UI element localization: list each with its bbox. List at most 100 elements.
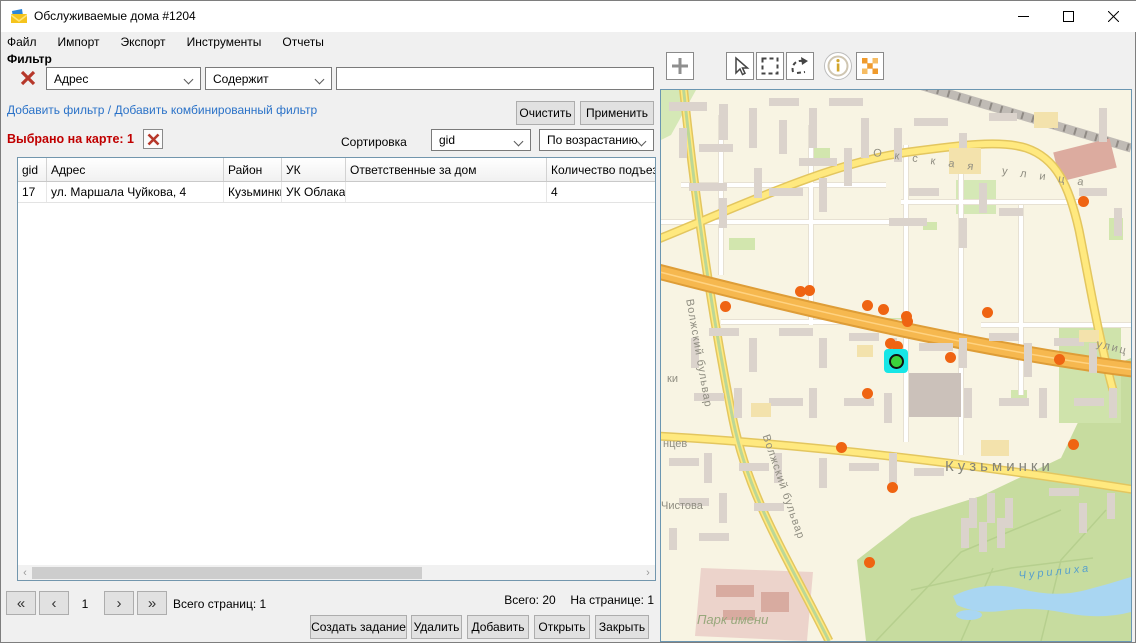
column-header-address[interactable]: Адрес	[47, 158, 224, 181]
lasso-select-icon	[789, 55, 811, 77]
prev-page-button[interactable]: ‹	[39, 591, 69, 615]
scroll-left-icon[interactable]: ‹	[18, 565, 32, 580]
next-page-button[interactable]: ›	[104, 591, 134, 615]
map-canvas[interactable]: Окская улицаулицВолжский бульварВолжский…	[661, 90, 1131, 641]
cell-gid: 17	[18, 182, 47, 202]
rect-select-icon	[759, 55, 781, 77]
maximize-icon	[1063, 11, 1074, 22]
close-window-button[interactable]: Закрыть	[595, 615, 649, 639]
status-bar: Всего: 20 На странице: 1	[351, 593, 654, 607]
delete-button[interactable]: Удалить	[411, 615, 462, 639]
sort-field-select[interactable]: gid	[431, 129, 531, 151]
house-marker[interactable]	[1078, 196, 1089, 207]
last-page-button[interactable]: »	[137, 591, 167, 615]
filter-field-value: Адрес	[54, 72, 88, 86]
table-row[interactable]: 17 ул. Маршала Чуйкова, 4 Кузьминки УК О…	[18, 182, 655, 203]
title-bar: Обслуживаемые дома #1204	[1, 1, 1135, 32]
on-page-count-label: На странице: 1	[570, 593, 654, 607]
cursor-icon	[729, 55, 751, 77]
house-marker[interactable]	[945, 352, 956, 363]
horizontal-scrollbar[interactable]: ‹ ›	[18, 565, 655, 580]
house-marker[interactable]	[862, 300, 873, 311]
close-icon	[1108, 11, 1119, 22]
selected-house-marker-dot	[889, 354, 904, 369]
houses-table: gid Адрес Район УК Ответственные за дом …	[17, 157, 656, 581]
filter-section-label: Фильтр	[7, 52, 52, 66]
close-button[interactable]	[1090, 1, 1136, 32]
clear-button[interactable]: Очистить	[516, 101, 575, 125]
clear-map-selection-button[interactable]	[143, 129, 163, 149]
map-label: Парк имени	[697, 612, 768, 627]
table-header: gid Адрес Район УК Ответственные за дом …	[18, 158, 655, 182]
sort-direction-value: По возрастанию	[547, 133, 638, 147]
red-x-icon	[147, 133, 160, 146]
column-header-uk[interactable]: УК	[282, 158, 346, 181]
menu-tools[interactable]: Инструменты	[187, 33, 262, 51]
add-button[interactable]: Добавить	[467, 615, 529, 639]
chevron-down-icon	[184, 75, 194, 85]
house-marker[interactable]	[982, 307, 993, 318]
column-header-entrances[interactable]: Количество подъез	[547, 158, 655, 181]
add-filter-link[interactable]: Добавить фильтр	[7, 103, 104, 117]
cell-uk: УК Облака	[282, 182, 346, 202]
add-combined-filter-link[interactable]: Добавить комбинированный фильтр	[114, 103, 317, 117]
filter-value-input[interactable]	[336, 67, 654, 90]
pointer-tool-button[interactable]	[726, 52, 754, 80]
maximize-button[interactable]	[1046, 1, 1091, 32]
app-icon	[10, 8, 28, 25]
sort-field-value: gid	[439, 133, 455, 147]
house-marker[interactable]	[878, 304, 889, 315]
minimize-button[interactable]	[1001, 1, 1046, 32]
minimize-icon	[1018, 11, 1029, 22]
cell-entrances: 4	[547, 182, 655, 202]
add-on-map-button[interactable]	[666, 52, 694, 80]
filter-field-select[interactable]: Адрес	[46, 67, 201, 90]
map-panel: Окская улицаулицВолжский бульварВолжский…	[660, 89, 1132, 642]
menu-import[interactable]: Импорт	[58, 33, 100, 51]
cell-district: Кузьминки	[224, 182, 282, 202]
map-label: Кузьминки	[945, 458, 1054, 475]
apply-button[interactable]: Применить	[580, 101, 654, 125]
chevron-down-icon	[514, 137, 524, 147]
sorting-label: Сортировка	[341, 135, 407, 149]
map-label: ки	[667, 373, 678, 385]
filter-operator-select[interactable]: Содержит	[205, 67, 332, 90]
current-page: 1	[73, 597, 97, 611]
menu-reports[interactable]: Отчеты	[282, 33, 323, 51]
column-header-responsible[interactable]: Ответственные за дом	[346, 158, 547, 181]
house-marker[interactable]	[1068, 439, 1079, 450]
scroll-right-icon[interactable]: ›	[641, 565, 655, 580]
selected-on-map-label: Выбрано на карте: 1	[7, 132, 134, 146]
house-marker[interactable]	[902, 316, 913, 327]
cluster-tool-button[interactable]	[856, 52, 884, 80]
house-marker[interactable]	[836, 442, 847, 453]
column-header-district[interactable]: Район	[224, 158, 282, 181]
filter-links: Добавить фильтр / Добавить комбинированн…	[7, 103, 317, 117]
first-page-button[interactable]: «	[6, 591, 36, 615]
cell-responsible	[346, 182, 547, 202]
menu-file[interactable]: Файл	[7, 33, 37, 51]
column-header-gid[interactable]: gid	[18, 158, 47, 181]
house-marker[interactable]	[864, 557, 875, 568]
house-marker[interactable]	[720, 301, 731, 312]
lasso-select-tool-button[interactable]	[786, 52, 814, 80]
red-x-icon	[20, 70, 36, 86]
filter-link-separator: /	[108, 103, 111, 117]
remove-filter-button[interactable]	[18, 68, 38, 88]
house-marker[interactable]	[804, 285, 815, 296]
house-marker[interactable]	[887, 482, 898, 493]
selected-house-marker[interactable]	[884, 349, 908, 373]
menu-export[interactable]: Экспорт	[120, 33, 165, 51]
sort-direction-select[interactable]: По возрастанию	[539, 129, 654, 151]
chevron-down-icon	[315, 75, 325, 85]
create-task-button[interactable]: Создать задание	[310, 615, 407, 639]
house-marker[interactable]	[862, 388, 873, 399]
filter-operator-value: Содержит	[213, 72, 269, 86]
rect-select-tool-button[interactable]	[756, 52, 784, 80]
info-tool-button[interactable]	[824, 52, 852, 80]
open-button[interactable]: Открыть	[534, 615, 590, 639]
scrollbar-thumb[interactable]	[32, 567, 422, 579]
house-marker[interactable]	[1054, 354, 1065, 365]
menu-bar: Файл Импорт Экспорт Инструменты Отчеты	[1, 32, 1135, 51]
info-icon	[826, 54, 850, 78]
